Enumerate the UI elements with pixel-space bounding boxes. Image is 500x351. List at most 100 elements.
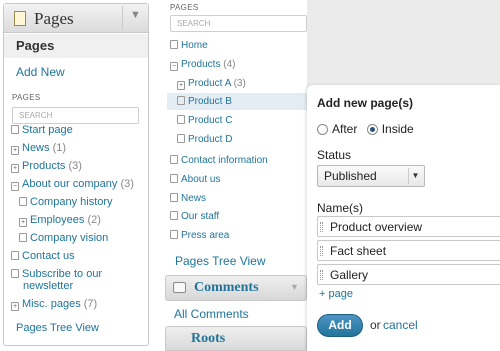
cancel-link[interactable]: cancel xyxy=(383,318,418,332)
tree-item[interactable]: Company history xyxy=(19,196,113,208)
tree-item-label[interactable]: Contact us xyxy=(22,250,75,262)
name-field-3[interactable]: Gallery xyxy=(317,264,500,285)
tree-item-label[interactable]: Employees xyxy=(30,214,84,226)
name-field-1-value[interactable]: Product overview xyxy=(330,220,422,234)
tree-item-label[interactable]: About our company xyxy=(22,178,117,190)
pages-tree-view-link[interactable]: Pages Tree View xyxy=(16,322,99,334)
tree-item-count: (1) xyxy=(49,142,67,154)
tree-item-label[interactable]: About us xyxy=(181,174,220,185)
collapse-icon[interactable]: − xyxy=(170,62,178,71)
tree-item-label[interactable]: Company history xyxy=(30,196,113,208)
tree-item-label[interactable]: Press area xyxy=(181,230,229,241)
name-field-2-value[interactable]: Fact sheet xyxy=(330,244,386,258)
add-button[interactable]: Add xyxy=(317,314,363,337)
name-field-2[interactable]: Fact sheet xyxy=(317,240,500,261)
radio-after[interactable]: After xyxy=(317,122,357,136)
tree-item[interactable]: Start page xyxy=(11,124,73,136)
collapse-icon[interactable]: − xyxy=(11,182,19,191)
all-comments-link[interactable]: All Comments xyxy=(174,307,249,321)
name-field-1[interactable]: Product overview xyxy=(317,216,500,237)
tree-item[interactable]: − About our company (3) xyxy=(11,178,134,191)
page-checkbox-icon[interactable] xyxy=(170,155,178,164)
expand-icon[interactable]: + xyxy=(11,164,19,173)
name-field-3-value[interactable]: Gallery xyxy=(330,268,368,282)
radio-inside-label[interactable]: Inside xyxy=(382,122,414,136)
tree-item[interactable]: + Misc. pages (7) xyxy=(11,298,97,311)
tree-item[interactable]: − Products (4) xyxy=(170,59,235,71)
page-checkbox-icon[interactable] xyxy=(11,125,19,134)
tree-item-label[interactable]: Subscribe to our xyxy=(22,268,102,280)
tree-item-label[interactable]: Our staff xyxy=(181,211,219,222)
tree-item[interactable]: + Products (3) xyxy=(11,160,82,173)
drag-handle-icon[interactable] xyxy=(320,270,323,280)
status-select-value: Published xyxy=(324,169,377,183)
page-checkbox-icon[interactable] xyxy=(170,211,178,220)
tree-item[interactable]: Company vision xyxy=(19,232,108,244)
tree-item-label[interactable]: Start page xyxy=(22,124,73,136)
page-checkbox-icon[interactable] xyxy=(11,269,19,278)
tree-item[interactable]: Contact information xyxy=(170,155,268,166)
status-select[interactable]: Published ▼ xyxy=(317,165,425,187)
comments-menu-header[interactable]: Comments ▼ xyxy=(165,275,307,301)
expand-icon[interactable]: + xyxy=(19,218,27,227)
radio-after-circle[interactable] xyxy=(317,124,328,135)
menu-item-pages-label: Pages xyxy=(16,38,55,53)
page-checkbox-icon[interactable] xyxy=(19,233,27,242)
menu-item-pages[interactable]: Pages xyxy=(4,34,148,58)
chevron-down-icon[interactable]: ▼ xyxy=(290,282,299,292)
tree-item-label[interactable]: Product C xyxy=(188,115,232,126)
tree-item[interactable]: Home xyxy=(170,40,208,51)
tree-item-label[interactable]: News xyxy=(181,193,206,204)
page-checkbox-icon[interactable] xyxy=(11,251,19,260)
search-input[interactable]: SEARCH xyxy=(170,15,307,32)
page-checkbox-icon[interactable] xyxy=(170,193,178,202)
tree-item-label[interactable]: News xyxy=(22,142,50,154)
pages-menu-box: Pages ▼ Pages Add New PAGES SEARCH xyxy=(3,3,149,346)
expand-icon[interactable]: + xyxy=(11,146,19,155)
tree-item[interactable]: + Employees (2) xyxy=(19,214,101,227)
radio-inside-circle[interactable] xyxy=(366,124,378,135)
tree-item-label[interactable]: Product A xyxy=(188,78,231,89)
tree-item[interactable]: Contact us xyxy=(11,250,75,262)
tree-item[interactable]: Product C xyxy=(177,115,232,126)
page-checkbox-icon[interactable] xyxy=(19,197,27,206)
tree-item[interactable]: Product D xyxy=(177,134,232,145)
tree-item[interactable]: + Product A (3) xyxy=(177,78,246,90)
expand-icon[interactable]: + xyxy=(177,81,185,90)
add-new-link[interactable]: Add New xyxy=(16,65,65,79)
tree-item-label[interactable]: Home xyxy=(181,40,208,51)
page-checkbox-icon[interactable] xyxy=(177,96,185,105)
page-checkbox-icon[interactable] xyxy=(177,115,185,124)
radio-inside[interactable]: Inside xyxy=(366,122,414,136)
add-page-link[interactable]: + page xyxy=(319,288,353,300)
page-checkbox-icon[interactable] xyxy=(170,40,178,49)
collapse-toggle[interactable]: ▼ xyxy=(122,6,147,30)
tree-item-label[interactable]: Misc. pages xyxy=(22,298,81,310)
drag-handle-icon[interactable] xyxy=(320,246,323,256)
page-checkbox-icon[interactable] xyxy=(170,230,178,239)
tree-item-label[interactable]: Product D xyxy=(188,134,232,145)
tree-item[interactable]: About us xyxy=(170,174,220,185)
radio-after-label[interactable]: After xyxy=(332,122,357,136)
roots-title: Roots xyxy=(191,331,226,346)
search-input[interactable]: SEARCH xyxy=(12,107,139,124)
tree-item[interactable]: News xyxy=(170,193,206,204)
pages-menu-header[interactable]: Pages ▼ xyxy=(4,4,148,33)
tree-item-label[interactable]: Products xyxy=(181,59,220,70)
tree-item-label[interactable]: Product B xyxy=(188,96,232,107)
expand-icon[interactable]: + xyxy=(11,302,19,311)
page-checkbox-icon[interactable] xyxy=(177,134,185,143)
roots-menu-header[interactable]: Roots xyxy=(165,326,307,351)
drag-handle-icon[interactable] xyxy=(320,222,323,232)
tree-item[interactable]: Subscribe to our newsletter xyxy=(11,268,102,292)
tree-item[interactable]: Product B xyxy=(177,96,232,107)
tree-item-label-line2[interactable]: newsletter xyxy=(23,280,73,292)
tree-item-label[interactable]: Contact information xyxy=(181,155,268,166)
tree-item[interactable]: Our staff xyxy=(170,211,219,222)
tree-item-label[interactable]: Company vision xyxy=(30,232,108,244)
tree-item[interactable]: + News (1) xyxy=(11,142,66,155)
pages-tree-view-link[interactable]: Pages Tree View xyxy=(175,254,266,268)
tree-item[interactable]: Press area xyxy=(170,230,229,241)
tree-item-label[interactable]: Products xyxy=(22,160,65,172)
page-checkbox-icon[interactable] xyxy=(170,174,178,183)
